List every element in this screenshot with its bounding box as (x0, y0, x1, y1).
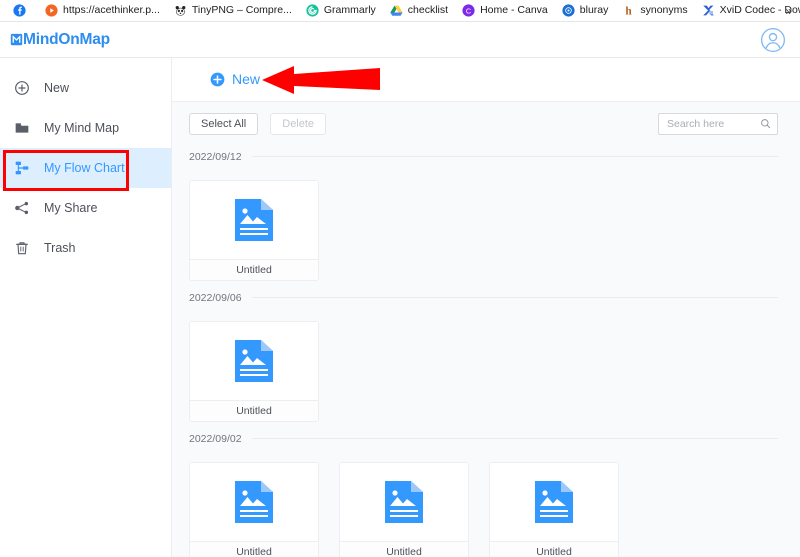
sidebar-item-label: New (44, 81, 70, 95)
group-date: 2022/09/12 (189, 150, 242, 163)
file-thumbnail (340, 462, 468, 541)
main-content: New Select All Delete 2022/09/12 (172, 58, 800, 557)
bookmark-item-acethinker[interactable]: https://acethinker.p... (38, 1, 167, 21)
bookmark-overflow-button[interactable]: » (781, 0, 796, 21)
file-card[interactable]: Untitled (189, 179, 319, 281)
toolbar: Select All Delete (172, 101, 800, 146)
app-logo-text: MindOnMap (23, 30, 110, 48)
bookmark-item-checklist[interactable]: checklist (383, 1, 455, 21)
user-avatar[interactable] (760, 27, 786, 53)
sidebar-item-label: My Share (44, 201, 98, 215)
bookmark-label: TinyPNG – Compre... (191, 4, 292, 17)
bookmark-label: checklist (407, 4, 449, 17)
bookmark-item-grammarly[interactable]: Grammarly (299, 1, 383, 21)
workspace: New My Mind Map My Flow Chart My Share T… (0, 57, 800, 557)
file-name: Untitled (340, 540, 468, 557)
bookmark-label: bluray (579, 4, 609, 17)
file-card[interactable]: Untitled (339, 461, 469, 557)
image-document-icon (535, 480, 573, 523)
sidebar-item-my-mind-map[interactable]: My Mind Map (0, 108, 171, 148)
flow-chart-icon (15, 161, 29, 175)
file-group-header: 2022/09/06 (189, 287, 778, 309)
browser-bookmark-bar: https://acethinker.p... TinyPNG – Compre… (0, 0, 800, 22)
new-button[interactable]: New (210, 71, 260, 87)
sidebar-item-label: My Flow Chart (44, 161, 125, 175)
share-nodes-icon (15, 201, 29, 215)
search-icon[interactable] (760, 118, 771, 129)
thesaurus-h-icon: h (626, 6, 633, 17)
trash-icon (16, 242, 28, 255)
canva-icon: C (462, 4, 475, 17)
new-button-label: New (232, 71, 261, 88)
file-name: Untitled (490, 540, 618, 557)
app-header: MindOnMap (0, 22, 800, 57)
sidebar-item-label: Trash (44, 241, 76, 255)
file-card-row: Untitled (189, 168, 778, 287)
image-document-icon (385, 480, 423, 523)
bookmark-label: Home - Canva (480, 4, 548, 17)
file-name: Untitled (190, 399, 318, 421)
file-thumbnail (190, 321, 318, 400)
select-all-button[interactable]: Select All (189, 112, 259, 135)
grammarly-icon (306, 4, 319, 17)
file-group-header: 2022/09/12 (189, 146, 778, 168)
bookmark-label: Grammarly (323, 4, 376, 17)
app-logo[interactable]: MindOnMap (10, 31, 110, 49)
bookmark-label: synonyms (640, 4, 688, 17)
plus-circle-icon (15, 81, 29, 95)
sidebar-item-my-flow-chart[interactable]: My Flow Chart (0, 148, 171, 188)
play-circle-icon (45, 4, 58, 17)
file-card[interactable]: Untitled (489, 461, 619, 557)
svg-text:h: h (626, 6, 633, 17)
group-divider (251, 438, 778, 440)
bookmark-item-synonyms[interactable]: h synonyms (615, 1, 694, 21)
xvid-icon (702, 5, 714, 16)
sidebar-item-trash[interactable]: Trash (0, 228, 171, 268)
image-document-icon (235, 480, 273, 523)
delete-button[interactable]: Delete (270, 112, 327, 135)
sidebar-item-label: My Mind Map (44, 121, 120, 135)
file-group-header: 2022/09/02 (189, 428, 778, 450)
tinypng-panda-icon (175, 6, 186, 16)
bookmark-item-tinypng[interactable]: TinyPNG – Compre... (167, 1, 299, 21)
file-card[interactable]: Untitled (189, 461, 319, 557)
main-topbar: New (172, 58, 800, 102)
bookmark-item-facebook[interactable] (6, 1, 38, 21)
bluray-icon (562, 4, 575, 17)
file-thumbnail (190, 180, 318, 259)
file-name: Untitled (190, 258, 318, 280)
sidebar: New My Mind Map My Flow Chart My Share T… (0, 58, 172, 557)
sidebar-item-new[interactable]: New (0, 68, 171, 108)
group-date: 2022/09/02 (189, 432, 242, 445)
mindonmap-logo-icon (10, 33, 23, 46)
file-thumbnail (490, 462, 618, 541)
svg-text:C: C (466, 6, 471, 15)
file-thumbnail (190, 462, 318, 541)
image-document-icon (235, 198, 273, 241)
folder-icon (15, 123, 29, 133)
facebook-icon (13, 4, 26, 17)
group-divider (251, 297, 778, 299)
file-list: 2022/09/12 Untitled 2022/09/06 Untitled … (172, 146, 800, 557)
bookmark-label: https://acethinker.p... (63, 4, 160, 17)
group-date: 2022/09/06 (189, 291, 242, 304)
bookmark-item-canva[interactable]: C Home - Canva (455, 1, 555, 21)
sidebar-item-my-share[interactable]: My Share (0, 188, 171, 228)
file-card[interactable]: Untitled (189, 320, 319, 422)
group-divider (251, 156, 778, 158)
bookmark-item-bluray[interactable]: bluray (555, 1, 616, 21)
plus-circle-icon (210, 72, 225, 87)
search-box[interactable] (658, 112, 778, 135)
search-input[interactable] (667, 117, 756, 130)
file-card-row: Untitled (189, 309, 778, 428)
image-document-icon (235, 339, 273, 382)
file-card-row: Untitled Untitled Untitled (189, 450, 778, 557)
google-drive-icon (390, 5, 403, 16)
file-name: Untitled (190, 540, 318, 557)
